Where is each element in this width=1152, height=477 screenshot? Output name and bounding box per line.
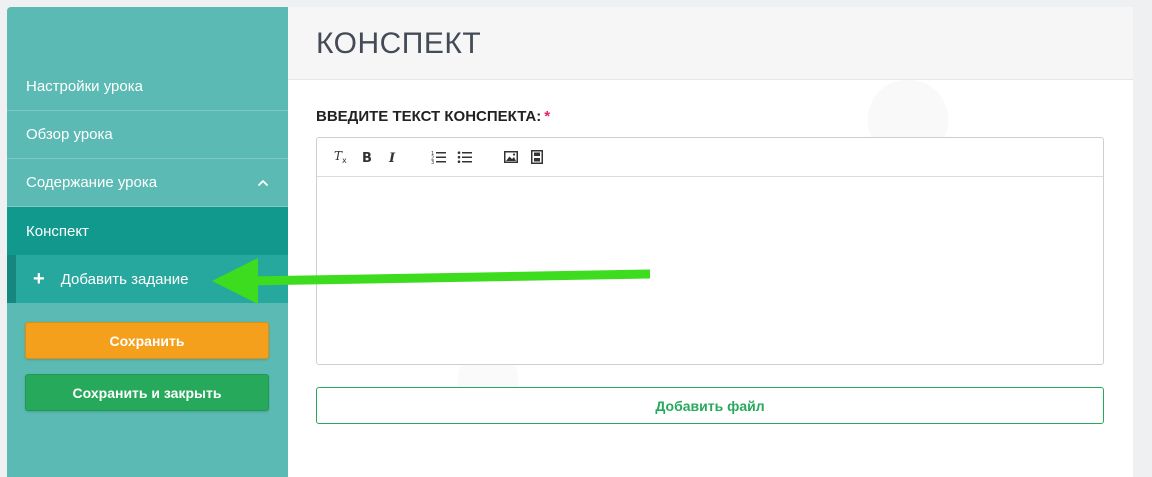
svg-text:3: 3	[431, 160, 434, 164]
chevron-up-icon[interactable]	[256, 176, 270, 190]
main-panel: КОНСПЕКТ ВВЕДИТЕ ТЕКСТ КОНСПЕКТА: * Tx B …	[288, 7, 1133, 477]
svg-text:I: I	[388, 151, 396, 164]
svg-text:B: B	[362, 151, 372, 164]
sidebar-item-summary[interactable]: Конспект	[7, 207, 288, 255]
clear-format-icon[interactable]: Tx	[331, 147, 351, 167]
sidebar-item-label: Добавить задание	[60, 270, 189, 288]
image-icon[interactable]	[501, 147, 521, 167]
summary-field-label: ВВЕДИТЕ ТЕКСТ КОНСПЕКТА: *	[316, 108, 550, 125]
video-icon[interactable]	[527, 147, 547, 167]
sidebar-item-label: Настройки урока	[26, 78, 143, 95]
rich-text-editor: Tx B I 1 2 3	[316, 137, 1104, 365]
sidebar-item-label: Обзор урока	[26, 126, 113, 143]
page-gutter	[1133, 0, 1152, 477]
editor-text-area[interactable]	[317, 177, 1103, 364]
sidebar-item-label: Содержание урока	[26, 174, 158, 191]
svg-text:x: x	[342, 156, 347, 165]
sidebar-item-lesson-settings[interactable]: Настройки урока	[7, 63, 288, 111]
sidebar-item-add-task[interactable]: + Добавить задание	[7, 255, 288, 303]
italic-icon[interactable]: I	[383, 147, 403, 167]
main-body: ВВЕДИТЕ ТЕКСТ КОНСПЕКТА: * Tx B I 1 2 3 …	[288, 80, 1133, 477]
save-and-close-button[interactable]: Сохранить и закрыть	[25, 374, 269, 411]
sidebar: Настройки урока Обзор урока Содержание у…	[7, 7, 288, 477]
sidebar-header	[7, 7, 288, 63]
page-header: КОНСПЕКТ	[288, 7, 1133, 80]
field-label-text: ВВЕДИТЕ ТЕКСТ КОНСПЕКТА:	[316, 108, 542, 125]
bold-icon[interactable]: B	[357, 147, 377, 167]
sidebar-item-label: Конспект	[26, 222, 89, 240]
active-indicator	[7, 255, 16, 303]
save-button[interactable]: Сохранить	[25, 322, 269, 359]
add-file-button[interactable]: Добавить файл	[316, 387, 1104, 424]
editor-toolbar: Tx B I 1 2 3	[317, 138, 1103, 177]
page-title: КОНСПЕКТ	[316, 27, 482, 60]
sidebar-item-lesson-content[interactable]: Содержание урока	[7, 159, 288, 207]
plus-icon: +	[33, 268, 45, 290]
ordered-list-icon[interactable]: 1 2 3	[429, 147, 449, 167]
required-mark: *	[544, 108, 551, 125]
sidebar-item-lesson-overview[interactable]: Обзор урока	[7, 111, 288, 159]
unordered-list-icon[interactable]	[455, 147, 475, 167]
